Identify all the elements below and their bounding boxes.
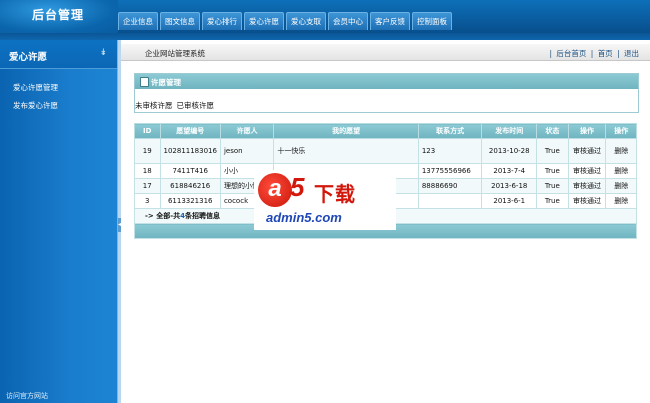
approve-link[interactable]: 审核通过 (567, 193, 607, 209)
column-header-action: 操作 (567, 123, 607, 139)
sidebar: 爱心许愿 ↡ 爱心许愿管理 发布爱心许愿 访问官方网站 (0, 40, 117, 403)
delete-link[interactable]: 删除 (605, 193, 637, 209)
cell-status: True (536, 163, 569, 179)
nav-tab-image-text[interactable]: 图文信息 (160, 12, 200, 30)
breadcrumb-title: 企业网站管理系统 (145, 49, 205, 58)
sidebar-item-publish-wish[interactable]: 发布爱心许愿 (13, 100, 58, 111)
home-link[interactable]: 首页 (598, 49, 613, 58)
watermark-logo: a 5 下载 admin5.com (254, 170, 396, 230)
sidebar-header[interactable]: 爱心许愿 ↡ (0, 40, 117, 69)
cell-id: 19 (134, 138, 161, 164)
cell-user: jeson (219, 138, 275, 164)
approve-link[interactable]: 审核通过 (567, 178, 607, 194)
cell-id: 18 (134, 163, 161, 179)
approve-link[interactable]: 审核通过 (567, 163, 607, 179)
cell-contact (417, 193, 483, 209)
nav-tab-withdraw[interactable]: 爱心支取 (286, 12, 326, 30)
logout-link[interactable]: 退出 (624, 49, 639, 58)
separator: | (549, 49, 552, 58)
official-site-link[interactable]: 访问官方网站 (6, 391, 48, 401)
watermark-brand: 5 (290, 172, 305, 202)
cell-date: 2013-7-4 (481, 163, 538, 179)
document-icon (140, 77, 149, 87)
wish-manage-panel: 许愿管理 未审核许愿 已审核许愿 (134, 73, 639, 113)
filter-links: 未审核许愿 已审核许愿 (135, 100, 218, 111)
summary-suffix: 条招聘信息 (185, 212, 220, 220)
delete-link[interactable]: 删除 (605, 163, 637, 179)
column-header-code: 愿望编号 (159, 123, 221, 139)
table-header-row: ID 愿望编号 许愿人 我的愿望 联系方式 发布时间 状态 操作 操作 (134, 123, 637, 139)
column-header-date: 发布时间 (481, 123, 538, 139)
cell-status: True (536, 193, 569, 209)
app-title: 后台管理 (32, 8, 85, 22)
nav-tab-ranking[interactable]: 爱心排行 (202, 12, 242, 30)
column-header-wish: 我的愿望 (273, 123, 419, 139)
filter-reviewed-link[interactable]: 已审核许愿 (177, 101, 215, 110)
main-nav: 企业信息 图文信息 爱心排行 爱心许愿 爱心支取 会员中心 客户反馈 控制面板 (118, 12, 454, 30)
panel-header: 许愿管理 (135, 74, 638, 89)
summary-prefix: -> 全部-共 (145, 212, 181, 220)
home-backend-link[interactable]: 后台首页 (556, 49, 586, 58)
watermark-url: admin5.com (266, 210, 342, 225)
sidebar-title: 爱心许愿 (9, 52, 48, 63)
cell-date: 2013-10-28 (481, 138, 538, 164)
nav-tab-company-info[interactable]: 企业信息 (118, 12, 158, 30)
cell-code: 102811183016 (159, 138, 221, 164)
table-row: 19 102811183016 jeson 十一快乐 123 2013-10-2… (134, 138, 637, 164)
cell-contact: 13775556966 (417, 163, 483, 179)
cell-status: True (536, 178, 569, 194)
column-header-user: 许愿人 (219, 123, 275, 139)
nav-tab-control-panel[interactable]: 控制面板 (412, 12, 452, 30)
cell-contact: 123 (417, 138, 483, 164)
cell-contact: 88886690 (417, 178, 483, 194)
cell-date: 2013-6-18 (481, 178, 538, 194)
collapse-chevron-icon[interactable]: ↡ (99, 48, 107, 58)
column-header-action: 操作 (605, 123, 637, 139)
cell-id: 3 (134, 193, 161, 209)
cell-code: 7411T416 (159, 163, 221, 179)
cell-code: 618846216 (159, 178, 221, 194)
breadcrumb: 企业网站管理系统 | 后台首页 | 首页 | 退出 (121, 44, 650, 61)
nav-tab-feedback[interactable]: 客户反馈 (370, 12, 410, 30)
nav-tab-members[interactable]: 会员中心 (328, 12, 368, 30)
delete-link[interactable]: 删除 (605, 178, 637, 194)
column-header-id: ID (134, 123, 161, 139)
sub-bar (0, 33, 650, 40)
column-header-status: 状态 (536, 123, 569, 139)
cell-status: True (536, 138, 569, 164)
top-bar: 后台管理 企业信息 图文信息 爱心排行 爱心许愿 爱心支取 会员中心 客户反馈 … (0, 0, 650, 33)
delete-link[interactable]: 删除 (605, 138, 637, 164)
breadcrumb-links: | 后台首页 | 首页 | 退出 (548, 48, 640, 59)
brand-a-icon: a (258, 173, 292, 207)
nav-tab-wishes[interactable]: 爱心许愿 (244, 12, 284, 30)
logo: 后台管理 (0, 0, 118, 33)
panel-title: 许愿管理 (151, 78, 181, 87)
cell-date: 2013-6-1 (481, 193, 538, 209)
separator: | (590, 49, 594, 58)
filter-unreviewed-link[interactable]: 未审核许愿 (135, 101, 173, 110)
cell-id: 17 (134, 178, 161, 194)
separator: | (617, 49, 620, 58)
approve-link[interactable]: 审核通过 (567, 138, 607, 164)
sidebar-item-wish-manage[interactable]: 爱心许愿管理 (13, 82, 58, 93)
cell-code: 6113321316 (159, 193, 221, 209)
watermark-brand-cn: 下载 (314, 182, 356, 206)
cell-wish: 十一快乐 (273, 138, 419, 164)
column-header-contact: 联系方式 (417, 123, 483, 139)
